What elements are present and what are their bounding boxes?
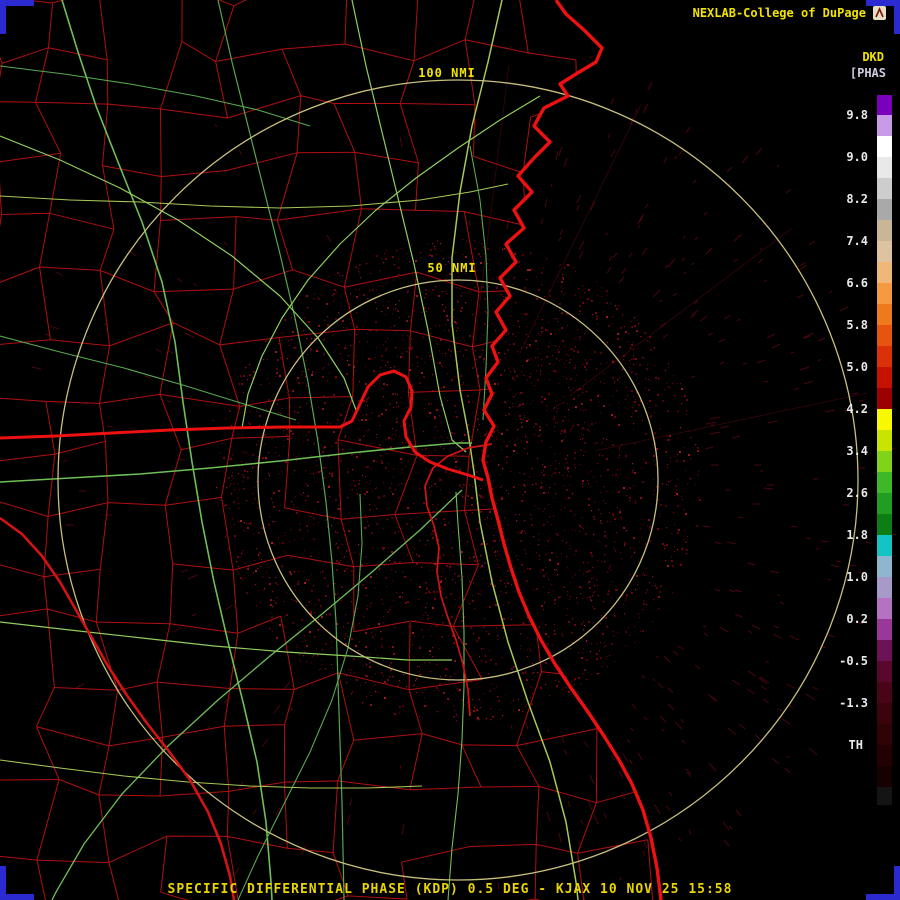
colorbar-tick-label: 8.2 <box>846 192 868 206</box>
colorbar-segment <box>877 388 892 409</box>
colorbar-segment <box>877 115 892 136</box>
colorbar-segment <box>877 766 892 787</box>
colorbar-segment <box>877 241 892 262</box>
colorbar-tick-label: 3.4 <box>846 444 868 458</box>
range-ring-label-100nmi: 100 NMI <box>418 66 476 80</box>
colorbar-segment <box>877 199 892 220</box>
colorbar-segment <box>877 220 892 241</box>
colorbar-segment <box>877 367 892 388</box>
colorbar-segment <box>877 451 892 472</box>
colorbar-segment <box>877 577 892 598</box>
colorbar-segment <box>877 682 892 703</box>
colorbar-segment <box>877 472 892 493</box>
colorbar-tick-label: 6.6 <box>846 276 868 290</box>
colorbar-tick-label: 1.8 <box>846 528 868 542</box>
product-code: DKD <box>862 50 884 64</box>
colorbar-segment <box>877 178 892 199</box>
colorbar-segment <box>877 724 892 745</box>
radar-map-canvas: 100 NMI 50 NMI <box>0 0 897 900</box>
colorbar-tick-label: -1.3 <box>839 696 868 710</box>
colorbar-segment <box>877 556 892 577</box>
state-border-coastline-layer <box>0 0 663 900</box>
colorbar-segment <box>877 136 892 157</box>
radar-image: 100 NMI 50 NMI NEXLAB-College of DuPage … <box>0 0 900 900</box>
colorbar-tick-label: 9.0 <box>846 150 868 164</box>
colorbar-segment <box>877 787 892 805</box>
colorbar-segment <box>877 619 892 640</box>
colorbar-segment <box>877 598 892 619</box>
cod-logo-icon <box>873 6 886 20</box>
status-bar-text: SPECIFIC DIFFERENTIAL PHASE (KDP) 0.5 DE… <box>167 882 733 897</box>
brand-text: NEXLAB-College of DuPage <box>692 6 866 20</box>
colorbar-segment <box>877 703 892 724</box>
colorbar-segment <box>877 535 892 556</box>
colorbar-tick-label: 5.8 <box>846 318 868 332</box>
colorbar-segment <box>877 514 892 535</box>
colorbar-segment <box>877 95 892 115</box>
colorbar-segment <box>877 430 892 451</box>
corner-mark-top-left <box>0 0 34 34</box>
county-boundaries-layer <box>0 0 661 900</box>
threshold-label: TH <box>848 738 863 752</box>
colorbar-tick-label: 2.6 <box>846 486 868 500</box>
colorbar-segment <box>877 283 892 304</box>
colorbar-segment <box>877 262 892 283</box>
colorbar-tick-label: 4.2 <box>846 402 868 416</box>
colorbar-segment <box>877 640 892 661</box>
colorbar-segment <box>877 409 892 430</box>
range-rings-layer <box>57 79 859 881</box>
colorbar-segment <box>877 304 892 325</box>
colorbar-tick-label: 5.0 <box>846 360 868 374</box>
colorbar-tick-label: 9.8 <box>846 108 868 122</box>
colorbar <box>877 95 892 805</box>
colorbar-tick-label: 7.4 <box>846 234 868 248</box>
colorbar-tick-label: 1.0 <box>846 570 868 584</box>
colorbar-segment <box>877 661 892 682</box>
colorbar-segment <box>877 493 892 514</box>
units-label: [PHAS <box>849 66 886 80</box>
colorbar-segment <box>877 325 892 346</box>
colorbar-segment <box>877 346 892 367</box>
range-ring-label-50nmi: 50 NMI <box>427 261 476 275</box>
colorbar-tick-label: -0.5 <box>839 654 868 668</box>
colorbar-segment <box>877 157 892 178</box>
colorbar-tick-label: 0.2 <box>846 612 868 626</box>
colorbar-segment <box>877 745 892 766</box>
